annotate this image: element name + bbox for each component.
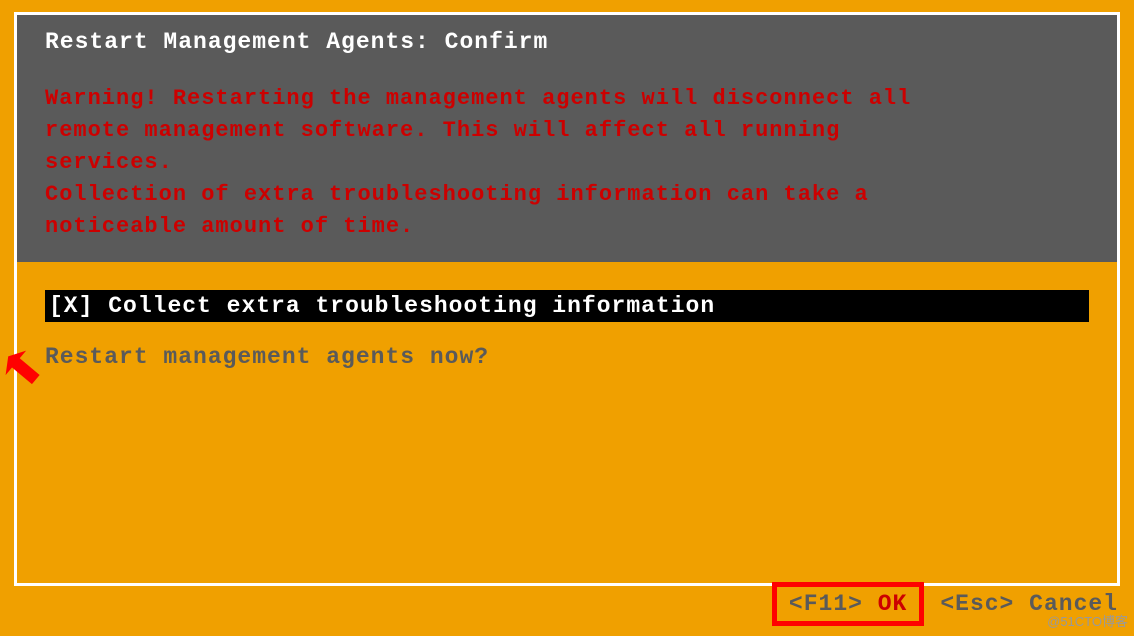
collect-info-checkbox[interactable]: [X] Collect extra troubleshooting inform… — [45, 290, 1089, 322]
dialog-body: [X] Collect extra troubleshooting inform… — [17, 262, 1117, 384]
checkbox-marker: [X] — [49, 293, 93, 319]
dialog-title: Restart Management Agents: Confirm — [45, 29, 1089, 55]
ok-button[interactable]: <F11> OK — [772, 582, 924, 626]
ok-key-hint: <F11> — [789, 591, 863, 617]
ok-label: OK — [878, 591, 908, 617]
dialog-header: Restart Management Agents: Confirm Warni… — [17, 15, 1117, 262]
confirm-prompt: Restart management agents now? — [45, 344, 1089, 370]
warning-message: Warning! Restarting the management agent… — [45, 83, 1089, 242]
cancel-key-hint: <Esc> — [940, 591, 1014, 617]
checkbox-label: Collect extra troubleshooting informatio… — [108, 293, 715, 319]
confirm-dialog: Restart Management Agents: Confirm Warni… — [14, 12, 1120, 586]
annotation-arrow-icon — [0, 346, 40, 386]
watermark: @51CTO博客 — [1047, 611, 1128, 630]
